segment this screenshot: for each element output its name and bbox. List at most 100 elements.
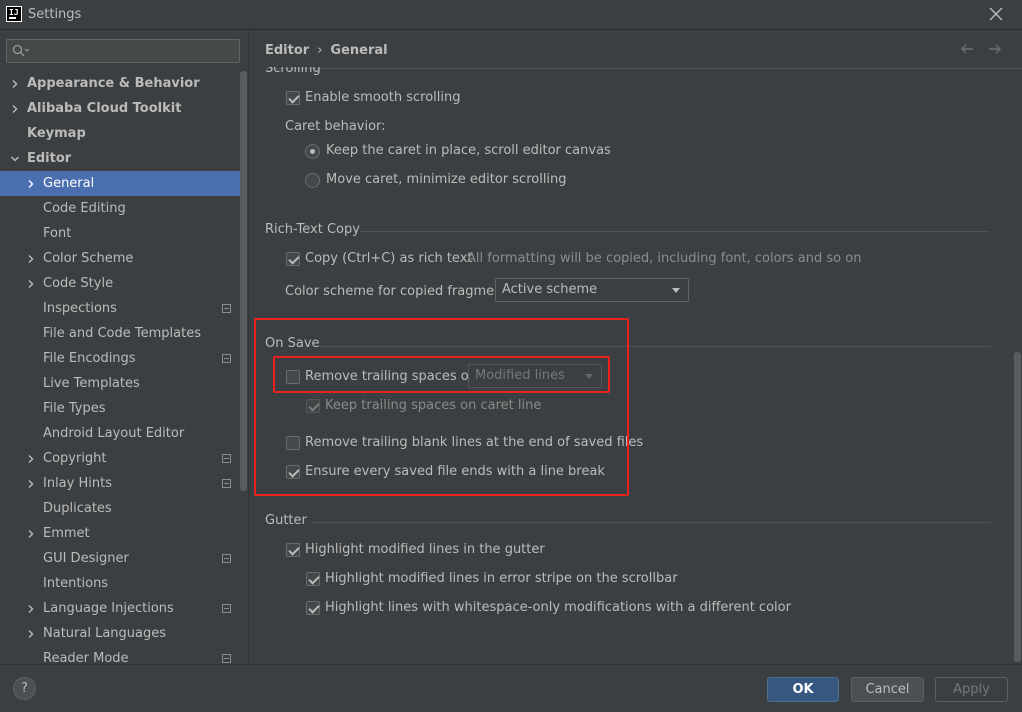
sidebar-item-label: GUI Designer [43,551,129,566]
highlight-stripe-checkbox[interactable] [306,572,320,586]
chevron-right-icon[interactable] [26,479,36,489]
sidebar-item-code-style[interactable]: Code Style [0,271,240,296]
window-title: Settings [28,7,82,22]
sidebar-item-label: General [43,176,95,191]
sidebar-item-gui-designer[interactable]: GUI Designer [0,546,240,571]
search-icon [12,44,30,57]
sidebar-item-general[interactable]: General [0,171,240,196]
section-title-rich-text: Rich-Text Copy [265,222,360,237]
breadcrumb-separator: › [317,43,323,58]
caret-keep-radio[interactable] [305,144,320,159]
sidebar-item-label: Reader Mode [43,651,129,664]
chevron-right-icon[interactable] [26,529,36,539]
copy-rich-label[interactable]: Copy (Ctrl+C) as rich text [305,251,473,266]
chevron-right-icon[interactable] [26,604,36,614]
sidebar-item-file-encodings[interactable]: File Encodings [0,346,240,371]
sidebar-item-language-injections[interactable]: Language Injections [0,596,240,621]
sidebar-item-file-types[interactable]: File Types [0,396,240,421]
sidebar-item-label: Code Editing [43,201,126,216]
section-title-gutter: Gutter [265,513,307,528]
forward-button[interactable] [987,41,1003,57]
sidebar-item-label: Language Injections [43,601,174,616]
highlight-gutter-label[interactable]: Highlight modified lines in the gutter [305,542,545,557]
sidebar-item-label: Android Layout Editor [43,426,185,441]
sidebar-item-font[interactable]: Font [0,221,240,246]
sidebar-item-reader-mode[interactable]: Reader Mode [0,646,240,664]
caret-keep-label[interactable]: Keep the caret in place, scroll editor c… [326,143,611,158]
color-scheme-dropdown[interactable]: Active scheme [495,278,689,302]
remove-trailing-highlight-box [273,356,610,393]
chevron-right-icon[interactable] [26,629,36,639]
header-divider [265,68,1022,69]
sidebar-item-label: Inlay Hints [43,476,112,491]
back-button[interactable] [959,41,975,57]
on-save-highlight-box [254,318,629,496]
chevron-down-icon [672,288,680,293]
caret-move-label[interactable]: Move caret, minimize editor scrolling [326,172,567,187]
project-level-icon [222,479,231,488]
sidebar-item-label: Appearance & Behavior [27,76,200,91]
sidebar-item-label: Live Templates [43,376,140,391]
sidebar-item-label: File Types [43,401,106,416]
arrow-left-icon [961,44,973,54]
sidebar-item-inspections[interactable]: Inspections [0,296,240,321]
sidebar-item-label: Keymap [27,126,86,141]
project-level-icon [222,354,231,363]
search-input[interactable] [6,39,240,63]
highlight-whitespace-checkbox[interactable] [306,601,320,615]
sidebar-item-label: Color Scheme [43,251,134,266]
highlight-gutter-checkbox[interactable] [286,543,300,557]
color-scheme-label: Color scheme for copied fragment: [285,284,512,299]
apply-button[interactable]: Apply [935,677,1008,702]
close-icon [989,7,1003,21]
chevron-right-icon[interactable] [26,254,36,264]
caret-move-radio[interactable] [305,173,320,188]
sidebar-item-live-templates[interactable]: Live Templates [0,371,240,396]
chevron-right-icon[interactable] [10,79,20,89]
cancel-button[interactable]: Cancel [851,677,924,702]
sidebar-item-inlay-hints[interactable]: Inlay Hints [0,471,240,496]
sidebar-item-alibaba-cloud-toolkit[interactable]: Alibaba Cloud Toolkit [0,96,240,121]
color-scheme-value: Active scheme [502,282,598,297]
sidebar-item-code-editing[interactable]: Code Editing [0,196,240,221]
sidebar-item-keymap[interactable]: Keymap [0,121,240,146]
breadcrumb: Editor › General [265,43,388,58]
sidebar-item-android-layout-editor[interactable]: Android Layout Editor [0,421,240,446]
settings-tree: Appearance & Behavior Alibaba Cloud Toolk… [0,71,240,664]
chevron-right-icon[interactable] [26,454,36,464]
smooth-scrolling-label[interactable]: Enable smooth scrolling [305,90,461,105]
chevron-right-icon[interactable] [26,279,36,289]
breadcrumb-parent[interactable]: Editor [265,43,309,58]
sidebar-item-editor[interactable]: Editor [0,146,240,171]
breadcrumb-current: General [330,43,388,58]
chevron-right-icon[interactable] [10,104,20,114]
rich-text-divider [360,231,990,232]
sidebar-item-emmet[interactable]: Emmet [0,521,240,546]
sidebar-item-copyright[interactable]: Copyright [0,446,240,471]
chevron-down-icon[interactable] [10,154,20,164]
sidebar-item-label: File Encodings [43,351,136,366]
content-scrollbar[interactable] [1014,352,1021,662]
sidebar-item-appearance-behavior[interactable]: Appearance & Behavior [0,71,240,96]
sidebar-item-duplicates[interactable]: Duplicates [0,496,240,521]
sidebar-item-file-and-code-templates[interactable]: File and Code Templates [0,321,240,346]
sidebar-item-label: Duplicates [43,501,112,516]
sidebar-scrollbar[interactable] [240,71,247,491]
sidebar-item-intentions[interactable]: Intentions [0,571,240,596]
sidebar-item-natural-languages[interactable]: Natural Languages [0,621,240,646]
smooth-scrolling-checkbox[interactable] [286,91,300,105]
highlight-stripe-label[interactable]: Highlight modified lines in error stripe… [325,571,678,586]
help-button[interactable]: ? [13,677,36,700]
project-level-icon [222,604,231,613]
ok-button[interactable]: OK [767,677,839,702]
copy-rich-hint: All formatting will be copied, including… [467,251,862,266]
chevron-right-icon[interactable] [26,179,36,189]
sidebar-item-label: Alibaba Cloud Toolkit [27,101,182,116]
sidebar-item-label: Natural Languages [43,626,167,641]
close-button[interactable] [988,4,1004,24]
copy-rich-checkbox[interactable] [286,252,300,266]
sidebar-item-label: Code Style [43,276,114,291]
section-title-scrolling: Scrolling [265,61,321,76]
sidebar-item-color-scheme[interactable]: Color Scheme [0,246,240,271]
highlight-whitespace-label[interactable]: Highlight lines with whitespace-only mod… [325,600,791,615]
